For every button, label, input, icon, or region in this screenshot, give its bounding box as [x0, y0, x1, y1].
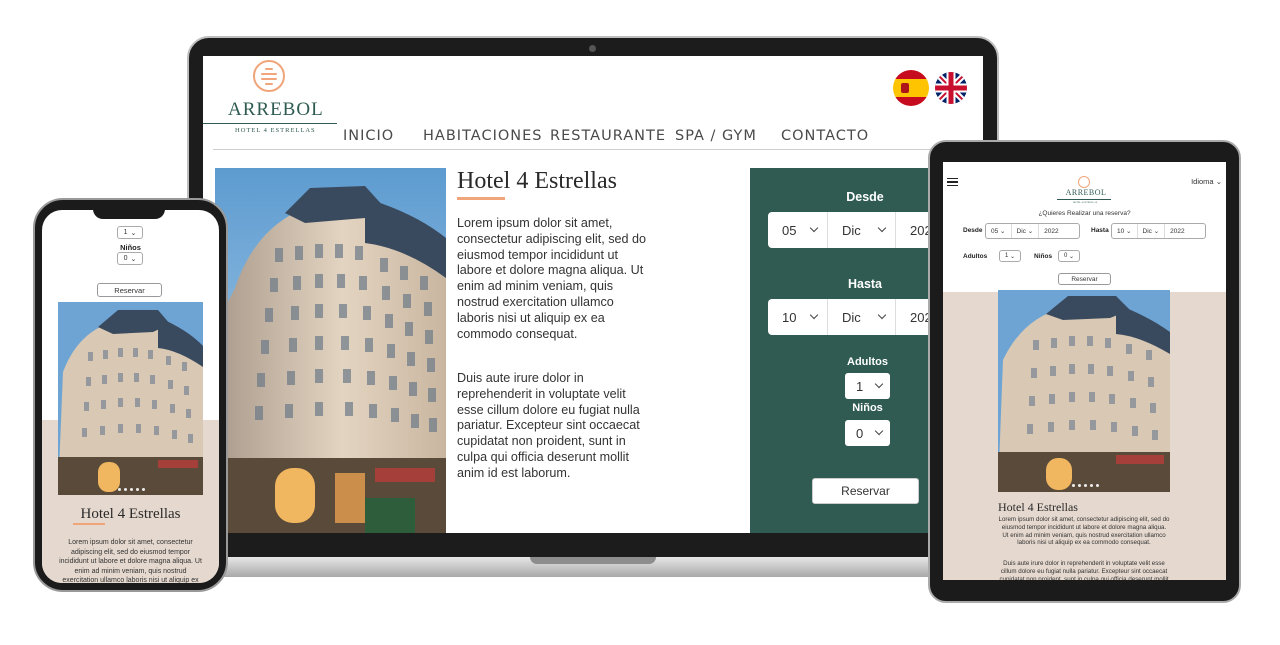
brand-divider	[203, 123, 337, 124]
reserve-button[interactable]: Reservar	[812, 478, 919, 504]
phone-title-underline	[73, 523, 105, 525]
adults-label: Adultos	[847, 356, 888, 368]
tablet-from-month[interactable]: Dic ⌄	[1012, 224, 1040, 238]
tablet-hotel-photo	[998, 290, 1170, 492]
tablet-reserve-button[interactable]: Reservar	[1058, 273, 1111, 285]
phone-notch	[93, 206, 165, 219]
title-underline	[457, 197, 505, 200]
tablet-adults-select[interactable]: 1 ⌄	[999, 250, 1021, 262]
tablet-adults-value: 1	[1004, 253, 1009, 259]
logo-icon[interactable]	[253, 60, 285, 92]
chevron-down-icon: ⌄	[130, 255, 137, 263]
tablet-hero-paragraph-2: Duis aute irure dolor in reprehenderit i…	[999, 560, 1169, 580]
nav-item-habitaciones[interactable]: HABITACIONES	[423, 128, 542, 144]
from-label: Desde	[846, 190, 884, 204]
tablet-brand-divider	[1057, 199, 1111, 200]
chevron-down-icon	[874, 426, 884, 436]
hero-paragraph-2: Duis aute irure dolor in reprehenderit i…	[457, 371, 640, 480]
tablet-logo-icon[interactable]	[1078, 176, 1090, 188]
to-label: Hasta	[847, 277, 883, 291]
nav-item-inicio[interactable]: INICIO	[343, 128, 394, 144]
chevron-down-icon	[809, 310, 819, 320]
tablet-to-date-picker[interactable]: 10 ⌄ Dic ⌄ 2022	[1111, 223, 1206, 239]
uk-flag-icon[interactable]	[935, 72, 967, 104]
chevron-down-icon	[877, 310, 887, 320]
laptop-notch	[530, 557, 656, 564]
brand-tagline: HOTEL 4 ESTRELLAS	[235, 127, 316, 134]
phone-children-label: Niños	[120, 243, 141, 252]
adults-select[interactable]: 1	[845, 373, 890, 399]
hamburger-menu-icon[interactable]	[947, 178, 958, 186]
from-month-select[interactable]: Dic	[828, 212, 896, 248]
phone-screen: 1 ⌄ Niños 0 ⌄ Reservar Hotel 4 Estrellas…	[42, 210, 219, 583]
language-label: Idioma	[1191, 177, 1214, 186]
tablet-children-label: Niños	[1034, 253, 1053, 260]
tablet-from-label: Desde	[963, 227, 983, 234]
phone-children-value: 0	[123, 255, 128, 262]
booking-question: ¿Quieres Realizar una reserva?	[1038, 210, 1131, 217]
tablet-to-month[interactable]: Dic ⌄	[1138, 224, 1166, 238]
from-day-select[interactable]: 05	[768, 212, 828, 248]
to-day-select[interactable]: 10	[768, 299, 828, 335]
from-day-value: 05	[782, 222, 797, 238]
phone-hero-title: Hotel 4 Estrellas	[80, 506, 181, 522]
camera-icon	[589, 45, 596, 52]
hero-title: Hotel 4 Estrellas	[457, 168, 617, 194]
chevron-down-icon	[809, 223, 819, 233]
language-select[interactable]: Idioma ⌄	[1191, 177, 1222, 186]
tablet-from-year[interactable]: 2022	[1039, 224, 1063, 238]
nav-divider	[213, 149, 983, 150]
tablet-hero-title: Hotel 4 Estrellas	[998, 500, 1078, 514]
laptop-screen: ARREBOL HOTEL 4 ESTRELLAS INICIO HABITAC…	[203, 56, 983, 533]
tablet-from-date-picker[interactable]: 05 ⌄ Dic ⌄ 2022	[985, 223, 1080, 239]
nav-item-spa-gym[interactable]: SPA / GYM	[675, 128, 757, 144]
phone-hotel-photo	[58, 302, 203, 495]
to-day-value: 10	[782, 309, 797, 325]
tablet-children-value: 0	[1063, 253, 1068, 259]
tablet-to-year[interactable]: 2022	[1165, 224, 1189, 238]
hotel-photo	[215, 168, 446, 533]
children-value: 0	[856, 425, 864, 441]
tablet-brand-name[interactable]: ARREBOL	[1059, 188, 1113, 197]
tablet-screen: Idioma ⌄ ARREBOL HOTEL 4 ESTRELLAS ¿Quie…	[943, 162, 1226, 580]
tablet-from-day[interactable]: 05 ⌄	[986, 224, 1012, 238]
to-month-value: Dic	[842, 309, 861, 325]
children-select[interactable]: 0	[845, 420, 890, 446]
chevron-down-icon: ⌄	[130, 229, 137, 237]
hero-paragraph-1: Lorem ipsum dolor sit amet, consectetur …	[457, 216, 647, 341]
tablet-to-label: Hasta	[1091, 227, 1109, 234]
phone-reserve-button[interactable]: Reservar	[97, 283, 162, 297]
phone-hero-paragraph: Lorem ipsum dolor sit amet, consectetur …	[59, 539, 202, 583]
tablet-carousel-dots[interactable]	[1072, 484, 1099, 487]
tablet-children-select[interactable]: 0 ⌄	[1058, 250, 1080, 262]
nav-item-restaurante[interactable]: RESTAURANTE	[550, 128, 666, 144]
children-label: Niños	[852, 402, 883, 414]
tablet-adults-label: Adultos	[963, 253, 988, 260]
spain-flag-icon[interactable]	[893, 70, 929, 106]
phone-adults-select[interactable]: 1 ⌄	[117, 226, 143, 239]
chevron-down-icon	[877, 223, 887, 233]
phone-adults-value: 1	[123, 229, 128, 236]
chevron-down-icon: ⌄	[1215, 177, 1222, 186]
nav-item-contacto[interactable]: CONTACTO	[781, 128, 869, 144]
from-month-value: Dic	[842, 222, 861, 238]
tablet-hero-paragraph-1: Lorem ipsum dolor sit amet, consectetur …	[998, 516, 1170, 547]
to-month-select[interactable]: Dic	[828, 299, 896, 335]
tablet-brand-tagline: HOTEL 4 ESTRELLAS	[1072, 201, 1098, 204]
carousel-dots[interactable]	[118, 488, 145, 491]
brand-name[interactable]: ARREBOL	[228, 99, 324, 121]
chevron-down-icon	[874, 379, 884, 389]
tablet-to-day[interactable]: 10 ⌄	[1112, 224, 1138, 238]
phone-children-select[interactable]: 0 ⌄	[117, 252, 143, 265]
adults-value: 1	[856, 378, 864, 394]
